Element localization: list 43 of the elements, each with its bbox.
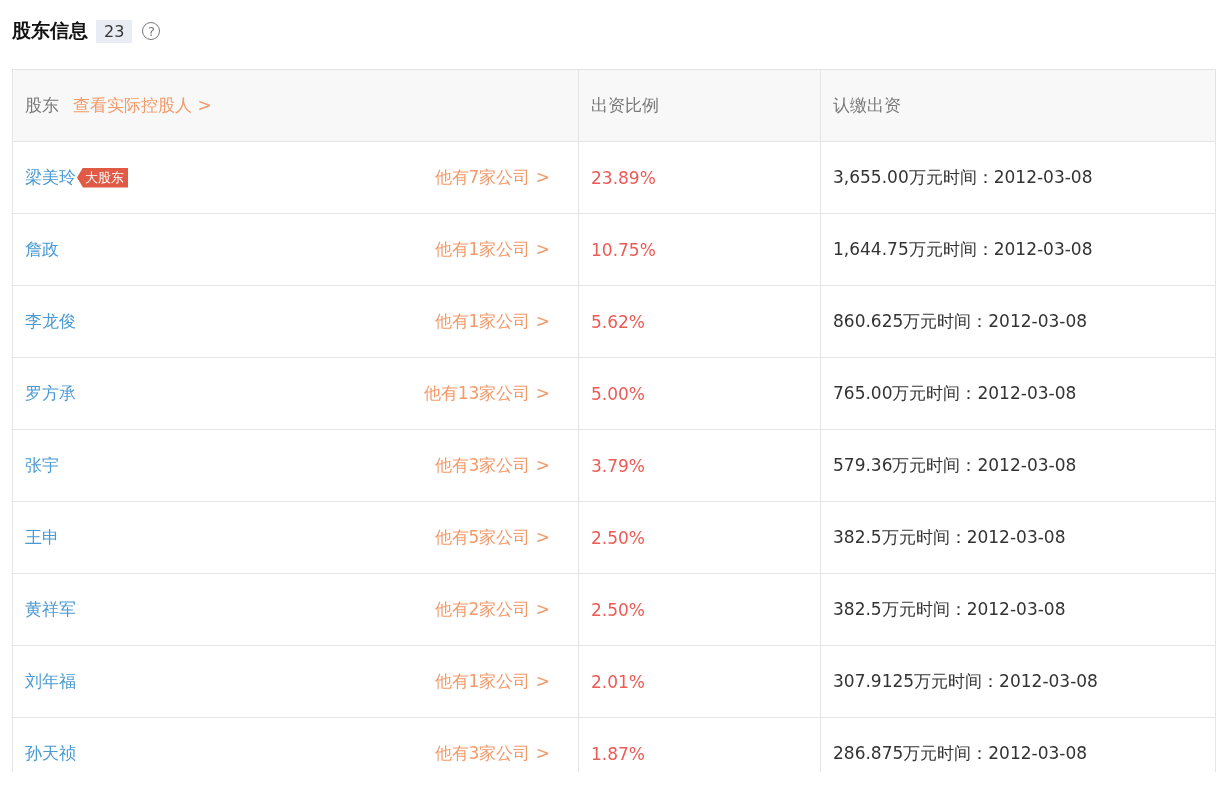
capital-text: 765.00万元时间：2012-03-08 <box>833 383 1077 403</box>
ratio-text: 2.01% <box>591 671 645 692</box>
shareholder-link[interactable]: 王申 <box>25 526 59 549</box>
section-title: 股东信息 <box>12 18 88 43</box>
shareholder-link[interactable]: 刘年福 <box>25 670 76 693</box>
capital-text: 382.5万元时间：2012-03-08 <box>833 527 1066 547</box>
shareholder-link[interactable]: 罗方承 <box>25 382 76 405</box>
ratio-text: 5.00% <box>591 383 645 404</box>
shareholder-link[interactable]: 詹政 <box>25 238 59 261</box>
capital-text: 3,655.00万元时间：2012-03-08 <box>833 167 1093 187</box>
ratio-text: 2.50% <box>591 527 645 548</box>
shareholder-link[interactable]: 孙天祯 <box>25 742 76 765</box>
ratio-text: 3.79% <box>591 455 645 476</box>
shareholder-link[interactable]: 张宇 <box>25 454 59 477</box>
ratio-text: 2.50% <box>591 599 645 620</box>
companies-link[interactable]: 他有7家公司 > <box>434 166 550 189</box>
companies-link[interactable]: 他有1家公司 > <box>434 670 550 693</box>
capital-text: 382.5万元时间：2012-03-08 <box>833 599 1066 619</box>
companies-link[interactable]: 他有13家公司 > <box>423 382 550 405</box>
ratio-text: 23.89% <box>591 167 656 188</box>
capital-text: 579.36万元时间：2012-03-08 <box>833 455 1077 475</box>
column-header: 出资比例 <box>591 95 659 115</box>
shareholder-link[interactable]: 李龙俊 <box>25 310 76 333</box>
companies-link[interactable]: 他有2家公司 > <box>434 598 550 621</box>
major-shareholder-tag: 大股东 <box>77 167 128 188</box>
capital-text: 307.9125万元时间：2012-03-08 <box>833 671 1098 691</box>
count-badge: 23 <box>96 19 133 43</box>
capital-text: 860.625万元时间：2012-03-08 <box>833 311 1088 331</box>
column-header: 股东 <box>25 94 59 117</box>
companies-link[interactable]: 他有1家公司 > <box>434 310 550 333</box>
companies-link[interactable]: 他有3家公司 > <box>434 742 550 765</box>
ratio-text: 1.87% <box>591 743 645 764</box>
ratio-text: 10.75% <box>591 239 656 260</box>
column-header: 认缴出资 <box>833 95 901 115</box>
companies-link[interactable]: 他有5家公司 > <box>434 526 550 549</box>
shareholder-link[interactable]: 梁美玲 <box>25 166 76 189</box>
capital-text: 286.875万元时间：2012-03-08 <box>833 743 1088 763</box>
shareholder-link[interactable]: 黄祥军 <box>25 598 76 621</box>
companies-link[interactable]: 他有3家公司 > <box>434 454 550 477</box>
capital-text: 1,644.75万元时间：2012-03-08 <box>833 239 1093 259</box>
companies-link[interactable]: 他有1家公司 > <box>434 238 550 261</box>
ratio-text: 5.62% <box>591 311 645 332</box>
controller-link[interactable]: 查看实际控股人 > <box>73 94 212 117</box>
